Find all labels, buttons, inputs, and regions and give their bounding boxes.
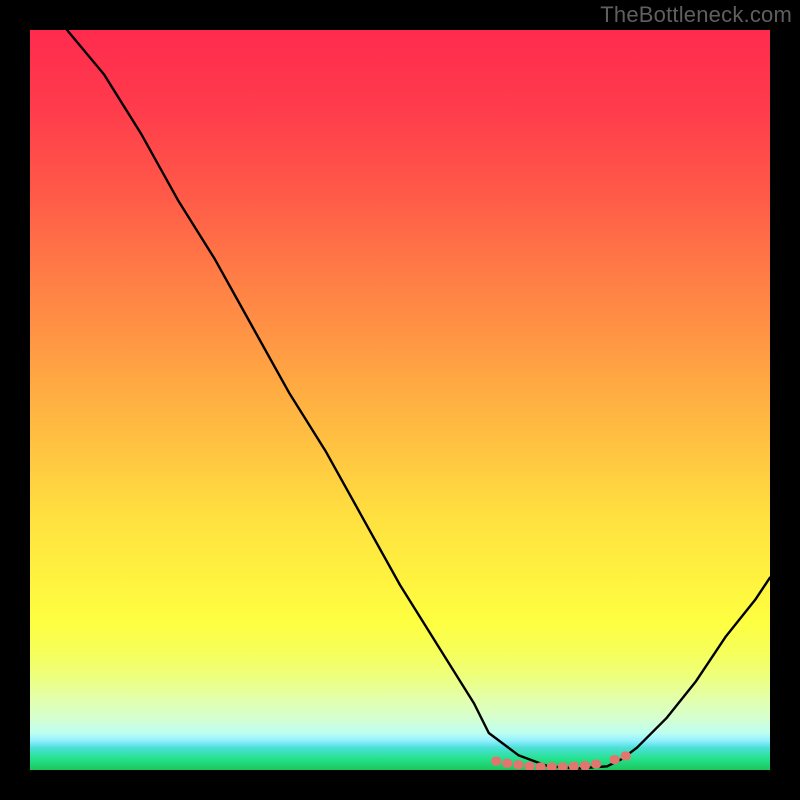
- optimal-zone-marker: [610, 755, 620, 764]
- bottleneck-curve-path: [67, 30, 770, 769]
- optimal-zone-marker: [502, 759, 512, 768]
- optimal-zone-marker: [621, 751, 631, 760]
- optimal-zone-marker: [491, 757, 501, 766]
- optimal-zone-marker: [525, 762, 535, 770]
- optimal-zone-marker: [580, 761, 590, 770]
- optimal-zone-marker: [569, 762, 579, 770]
- optimal-zone-marker: [547, 763, 557, 771]
- optimal-zone-marker: [558, 763, 568, 771]
- optimal-zone-marker: [536, 763, 546, 771]
- optimal-zone-marker: [513, 760, 523, 769]
- optimal-zone-marker: [591, 760, 601, 769]
- curve-svg: [30, 30, 770, 770]
- plot-area: [30, 30, 770, 770]
- optimal-zone-markers-group: [491, 751, 631, 770]
- chart-container: TheBottleneck.com: [0, 0, 800, 800]
- watermark-text: TheBottleneck.com: [600, 2, 792, 28]
